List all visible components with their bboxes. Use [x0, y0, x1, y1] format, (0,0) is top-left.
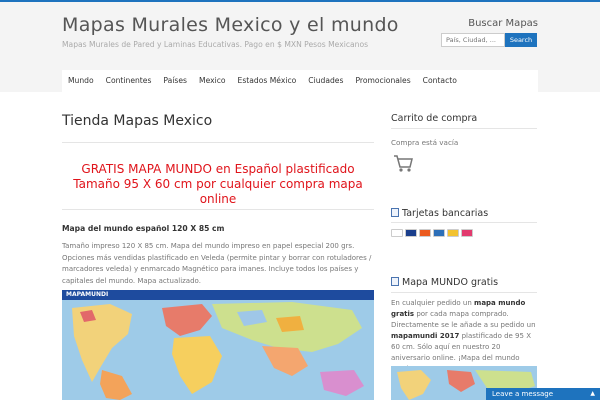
page-title: Tienda Mapas Mexico — [62, 113, 213, 129]
promo-line-2: Tamaño 95 X 60 cm por cualquier compra m… — [73, 177, 363, 206]
nav-item-estados-mexico[interactable]: Estados México — [232, 70, 303, 92]
card-logo — [405, 229, 417, 237]
product-heading[interactable]: Mapa del mundo español 120 X 85 cm — [62, 224, 224, 233]
nav-item-contacto[interactable]: Contacto — [417, 70, 463, 92]
cart-title-underline — [391, 128, 537, 129]
site-tagline: Mapas Murales de Pared y Laminas Educati… — [62, 40, 369, 49]
top-accent-line — [0, 0, 600, 2]
card-logo — [391, 229, 403, 237]
world-map-graphic — [72, 302, 364, 400]
free-text-part: En cualquier pedido un — [391, 299, 475, 307]
card-logo — [419, 229, 431, 237]
leave-message-button[interactable]: Leave a message ▲ — [486, 388, 600, 400]
card-logo — [461, 229, 473, 237]
site-title[interactable]: Mapas Murales Mexico y el mundo — [62, 14, 399, 36]
free-map-description: En cualquier pedido un mapa mundo gratis… — [391, 298, 537, 375]
search-input[interactable] — [441, 33, 505, 47]
image-icon — [391, 277, 399, 286]
world-map-image[interactable]: MAPAMUNDI — [62, 290, 374, 400]
product-description: Tamaño impreso 120 X 85 cm. Mapa del mun… — [62, 242, 372, 285]
card-logo — [447, 229, 459, 237]
credit-card-logos — [391, 229, 473, 237]
search-button[interactable]: Search — [505, 33, 537, 47]
nav-item-paises[interactable]: Países — [157, 70, 193, 92]
free-map-widget-title: Mapa MUNDO gratis — [391, 277, 498, 288]
credit-card-icon — [391, 208, 399, 217]
chevron-up-icon: ▲ — [590, 390, 595, 397]
cards-title-underline — [391, 222, 537, 223]
promo-banner: GRATIS MAPA MUNDO en Español plastificad… — [62, 162, 374, 207]
cart-icon[interactable] — [392, 152, 414, 174]
leave-message-label: Leave a message — [492, 390, 554, 398]
nav-item-mundo[interactable]: Mundo — [62, 70, 100, 92]
main-navigation: Mundo Continentes Países Mexico Estados … — [62, 70, 538, 92]
cards-widget-title: Tarjetas bancarias — [391, 208, 488, 219]
cart-empty-message: Compra está vacía — [391, 138, 459, 147]
promo-divider — [62, 209, 374, 210]
title-divider — [62, 142, 374, 143]
cart-widget-title: Carrito de compra — [391, 113, 478, 124]
promo-line-1: GRATIS MAPA MUNDO en Español plastificad… — [81, 162, 355, 176]
nav-item-ciudades[interactable]: Ciudades — [302, 70, 349, 92]
nav-item-mexico[interactable]: Mexico — [193, 70, 232, 92]
nav-item-continentes[interactable]: Continentes — [100, 70, 158, 92]
card-logo — [433, 229, 445, 237]
free-map-title-text: Mapa MUNDO gratis — [402, 277, 499, 288]
search-widget-title: Buscar Mapas — [468, 18, 538, 29]
free-map-title-underline — [391, 292, 537, 293]
mapamundi-highlight: mapamundi 2017 — [391, 332, 460, 340]
cards-title-text: Tarjetas bancarias — [402, 208, 489, 219]
nav-item-promocionales[interactable]: Promocionales — [349, 70, 416, 92]
